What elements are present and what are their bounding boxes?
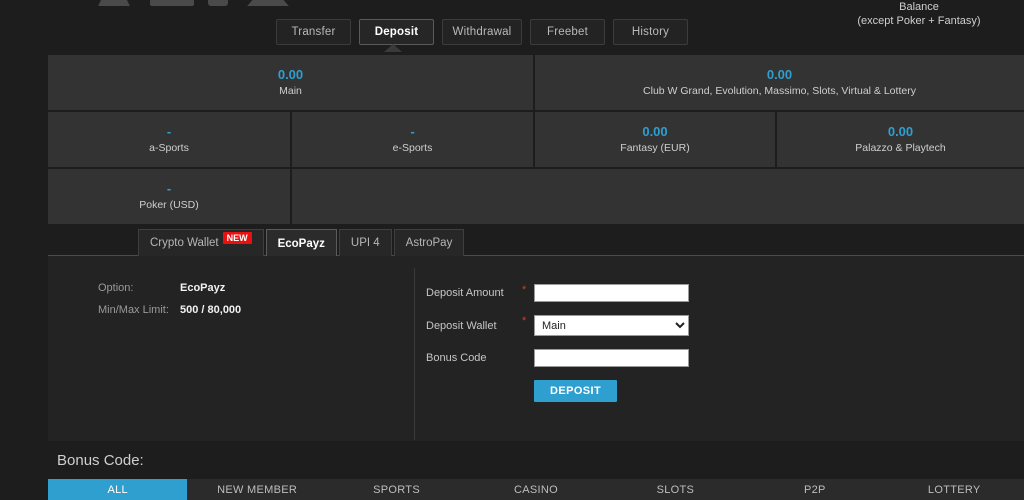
deposit-amount-label: Deposit Amount: [426, 287, 504, 299]
active-tab-pointer-icon: [384, 44, 402, 52]
bonus-code-input[interactable]: [534, 349, 689, 367]
tab-withdrawal[interactable]: Withdrawal: [442, 19, 522, 45]
bonus-category-tabs: ALL NEW MEMBER SPORTS CASINO SLOTS P2P L…: [48, 479, 1024, 500]
balance-row-2: - a-Sports - e-Sports 0.00 Fantasy (EUR)…: [48, 112, 1024, 169]
balance-cell-main[interactable]: 0.00 Main: [48, 55, 535, 110]
balance-amount: -: [166, 124, 172, 139]
balance-name: e-Sports: [392, 142, 433, 154]
deposit-form: Deposit Amount * Deposit Wallet * Main B…: [426, 284, 689, 415]
balance-cell-empty: [292, 169, 1024, 224]
tab-deposit[interactable]: Deposit: [359, 19, 434, 45]
balance-amount: 0.00: [766, 67, 793, 82]
bonus-code-section-title: Bonus Code:: [57, 452, 144, 469]
balance-amount: 0.00: [642, 124, 668, 139]
balance-name: Main: [279, 85, 302, 97]
method-tab-astropay[interactable]: AstroPay: [393, 229, 465, 256]
method-tab-ecopayz[interactable]: EcoPayz: [265, 229, 337, 257]
logo-placeholder-4-icon: [247, 0, 289, 6]
deposit-wallet-select[interactable]: Main: [534, 315, 689, 336]
balance-cell-fantasy[interactable]: 0.00 Fantasy (EUR): [535, 112, 777, 167]
deposit-panel: Option: EcoPayz Min/Max Limit: 500 / 80,…: [48, 256, 1024, 441]
balance-row-3: - Poker (USD): [48, 169, 1024, 226]
balance-row-1: 0.00 Main 0.00 Club W Grand, Evolution, …: [48, 55, 1024, 112]
method-tab-crypto-wallet[interactable]: Crypto Wallet NEW: [138, 229, 264, 256]
required-marker: *: [522, 284, 527, 296]
balance-name: a-Sports: [149, 142, 189, 154]
balance-cell-e-sports[interactable]: - e-Sports: [292, 112, 535, 167]
deposit-wallet-label: Deposit Wallet: [426, 319, 497, 332]
logo-row: [92, 0, 294, 6]
category-tab-all[interactable]: ALL: [48, 479, 188, 500]
required-spacer: [522, 349, 534, 351]
category-tab-new-member[interactable]: NEW MEMBER: [187, 479, 326, 500]
option-label: Option:: [98, 282, 134, 294]
panel-divider: [414, 268, 415, 440]
balance-name: Fantasy (EUR): [620, 142, 690, 154]
balance-title: Balance: [899, 1, 939, 13]
category-tab-p2p[interactable]: P2P: [745, 479, 884, 500]
tab-history[interactable]: History: [613, 19, 688, 45]
limit-value: 500 / 80,000: [180, 304, 242, 316]
deposit-page: Balance (except Poker + Fantasy) Transfe…: [0, 0, 1024, 500]
field-bonus-code: Bonus Code: [426, 349, 689, 367]
category-tab-sports[interactable]: SPORTS: [327, 479, 466, 500]
bonus-code-label: Bonus Code: [426, 352, 487, 364]
category-tab-lottery[interactable]: LOTTERY: [885, 479, 1024, 500]
field-deposit-amount: Deposit Amount *: [426, 284, 689, 302]
form-actions: DEPOSIT: [426, 380, 689, 402]
balance-cell-poker[interactable]: - Poker (USD): [48, 169, 292, 224]
balance-amount: 0.00: [277, 67, 304, 82]
field-deposit-wallet: Deposit Wallet * Main: [426, 315, 689, 336]
new-badge: NEW: [222, 232, 252, 244]
balance-amount: 0.00: [887, 124, 914, 139]
logo-placeholder-3-icon: [208, 0, 228, 6]
top-strip: Balance (except Poker + Fantasy) Transfe…: [0, 0, 1024, 52]
deposit-amount-input[interactable]: [534, 284, 689, 302]
info-row-option: Option: EcoPayz: [98, 282, 241, 294]
method-tab-upi-4[interactable]: UPI 4: [338, 229, 392, 256]
balance-name: Poker (USD): [139, 199, 199, 211]
balance-subtitle: (except Poker + Fantasy): [857, 15, 981, 27]
method-tab-label: AstroPay: [405, 237, 453, 249]
method-info: Option: EcoPayz Min/Max Limit: 500 / 80,…: [98, 282, 241, 326]
option-value: EcoPayz: [180, 282, 226, 294]
logo-placeholder-2-icon: [150, 0, 194, 6]
tab-transfer[interactable]: Transfer: [276, 19, 351, 45]
balance-cell-palazzo[interactable]: 0.00 Palazzo & Playtech: [777, 112, 1024, 167]
method-tab-label: EcoPayz: [277, 237, 325, 250]
balance-amount: -: [410, 124, 415, 139]
category-tab-slots[interactable]: SLOTS: [606, 479, 745, 500]
method-tab-label: Crypto Wallet: [150, 237, 219, 249]
account-nav-tabs: Transfer Deposit Withdrawal Freebet Hist…: [276, 19, 688, 45]
tab-freebet[interactable]: Freebet: [530, 19, 605, 45]
logo-placeholder-1-icon: [98, 0, 130, 6]
balance-cell-clubw[interactable]: 0.00 Club W Grand, Evolution, Massimo, S…: [535, 55, 1024, 110]
balance-header: Balance (except Poker + Fantasy): [824, 0, 1014, 28]
balance-cell-a-sports[interactable]: - a-Sports: [48, 112, 292, 167]
balance-name: Palazzo & Playtech: [855, 142, 946, 154]
required-marker: *: [522, 315, 527, 327]
balance-name: Club W Grand, Evolution, Massimo, Slots,…: [643, 85, 916, 97]
deposit-submit-button[interactable]: DEPOSIT: [534, 380, 618, 402]
balance-grid: 0.00 Main 0.00 Club W Grand, Evolution, …: [48, 55, 1024, 226]
limit-label: Min/Max Limit:: [98, 304, 169, 316]
payment-method-tabs: Crypto Wallet NEW EcoPayz UPI 4 AstroPay: [48, 228, 1024, 257]
info-row-limit: Min/Max Limit: 500 / 80,000: [98, 304, 241, 316]
method-tab-label: UPI 4: [350, 237, 380, 249]
category-tab-casino[interactable]: CASINO: [466, 479, 605, 500]
balance-amount: -: [166, 181, 172, 196]
